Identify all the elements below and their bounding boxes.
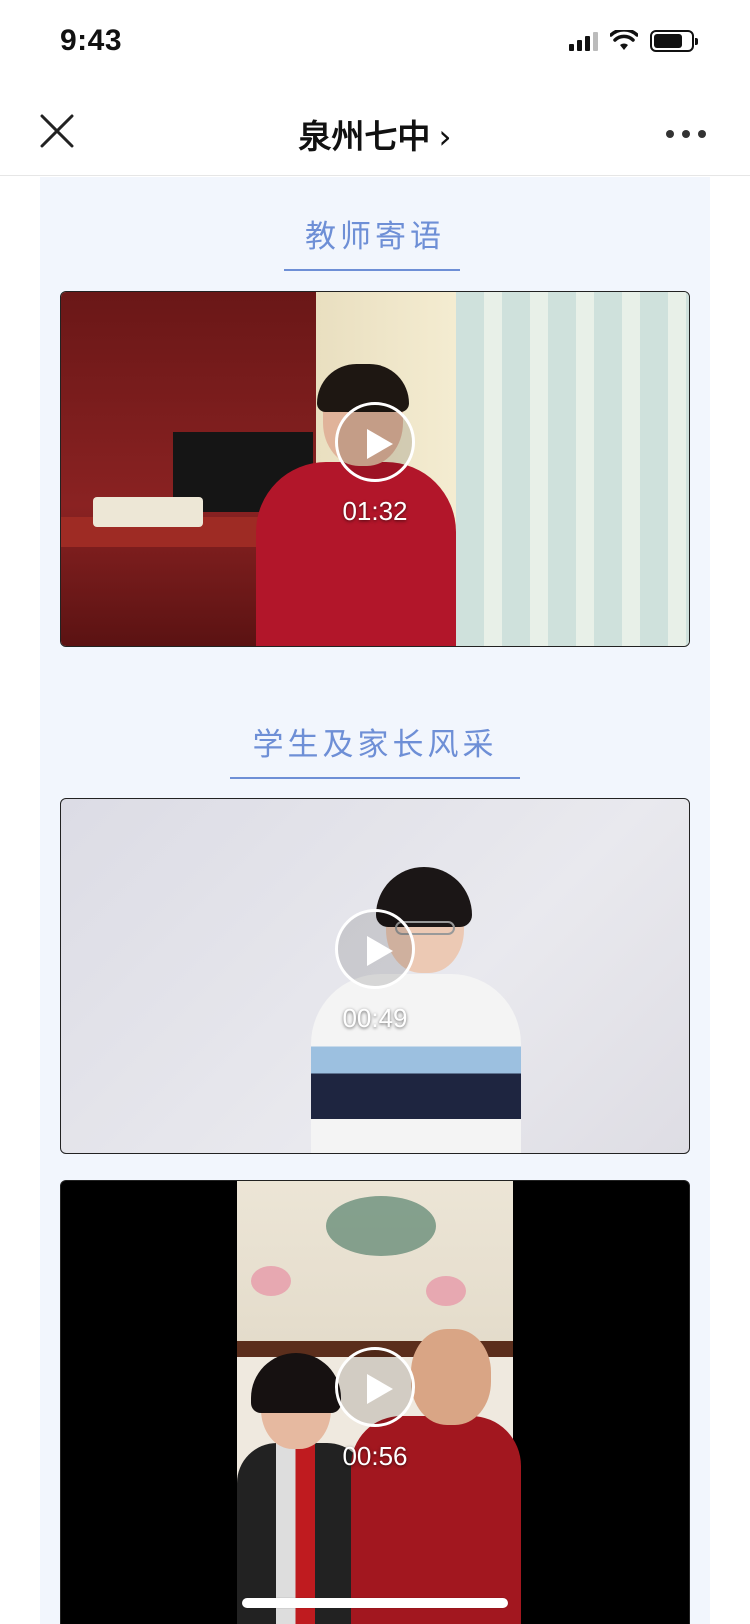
play-icon[interactable]	[335, 402, 415, 482]
play-icon[interactable]	[335, 1347, 415, 1427]
section-title-teacher: 教师寄语	[305, 219, 445, 255]
nav-title-text: 泉州七中	[298, 117, 431, 156]
video-duration: 00:49	[342, 1003, 408, 1033]
nav-bar: 泉州七中 ›	[0, 90, 750, 176]
video-duration: 00:56	[342, 1441, 408, 1471]
home-indicator[interactable]	[242, 1598, 508, 1608]
section-underline	[230, 777, 520, 779]
content-area: 教师寄语 01:32 学生及家长风采 00:49 00:56	[40, 177, 710, 1624]
more-icon[interactable]	[666, 130, 706, 138]
section-title-students: 学生及家长风采	[252, 727, 498, 763]
status-time: 9:43	[60, 24, 123, 57]
section-underline	[284, 269, 460, 271]
video-student[interactable]: 00:49	[60, 798, 690, 1154]
nav-title[interactable]: 泉州七中 ›	[0, 110, 750, 158]
chevron-right-icon: ›	[438, 117, 452, 156]
video-parents[interactable]: 00:56	[60, 1180, 690, 1624]
wifi-icon	[610, 30, 638, 50]
video-teacher-message[interactable]: 01:32	[60, 291, 690, 647]
status-bar: 9:43	[0, 0, 750, 90]
video-duration: 01:32	[342, 496, 408, 526]
signal-icon	[569, 31, 598, 51]
status-icons	[569, 30, 698, 52]
play-icon[interactable]	[335, 909, 415, 989]
battery-icon	[650, 30, 698, 52]
